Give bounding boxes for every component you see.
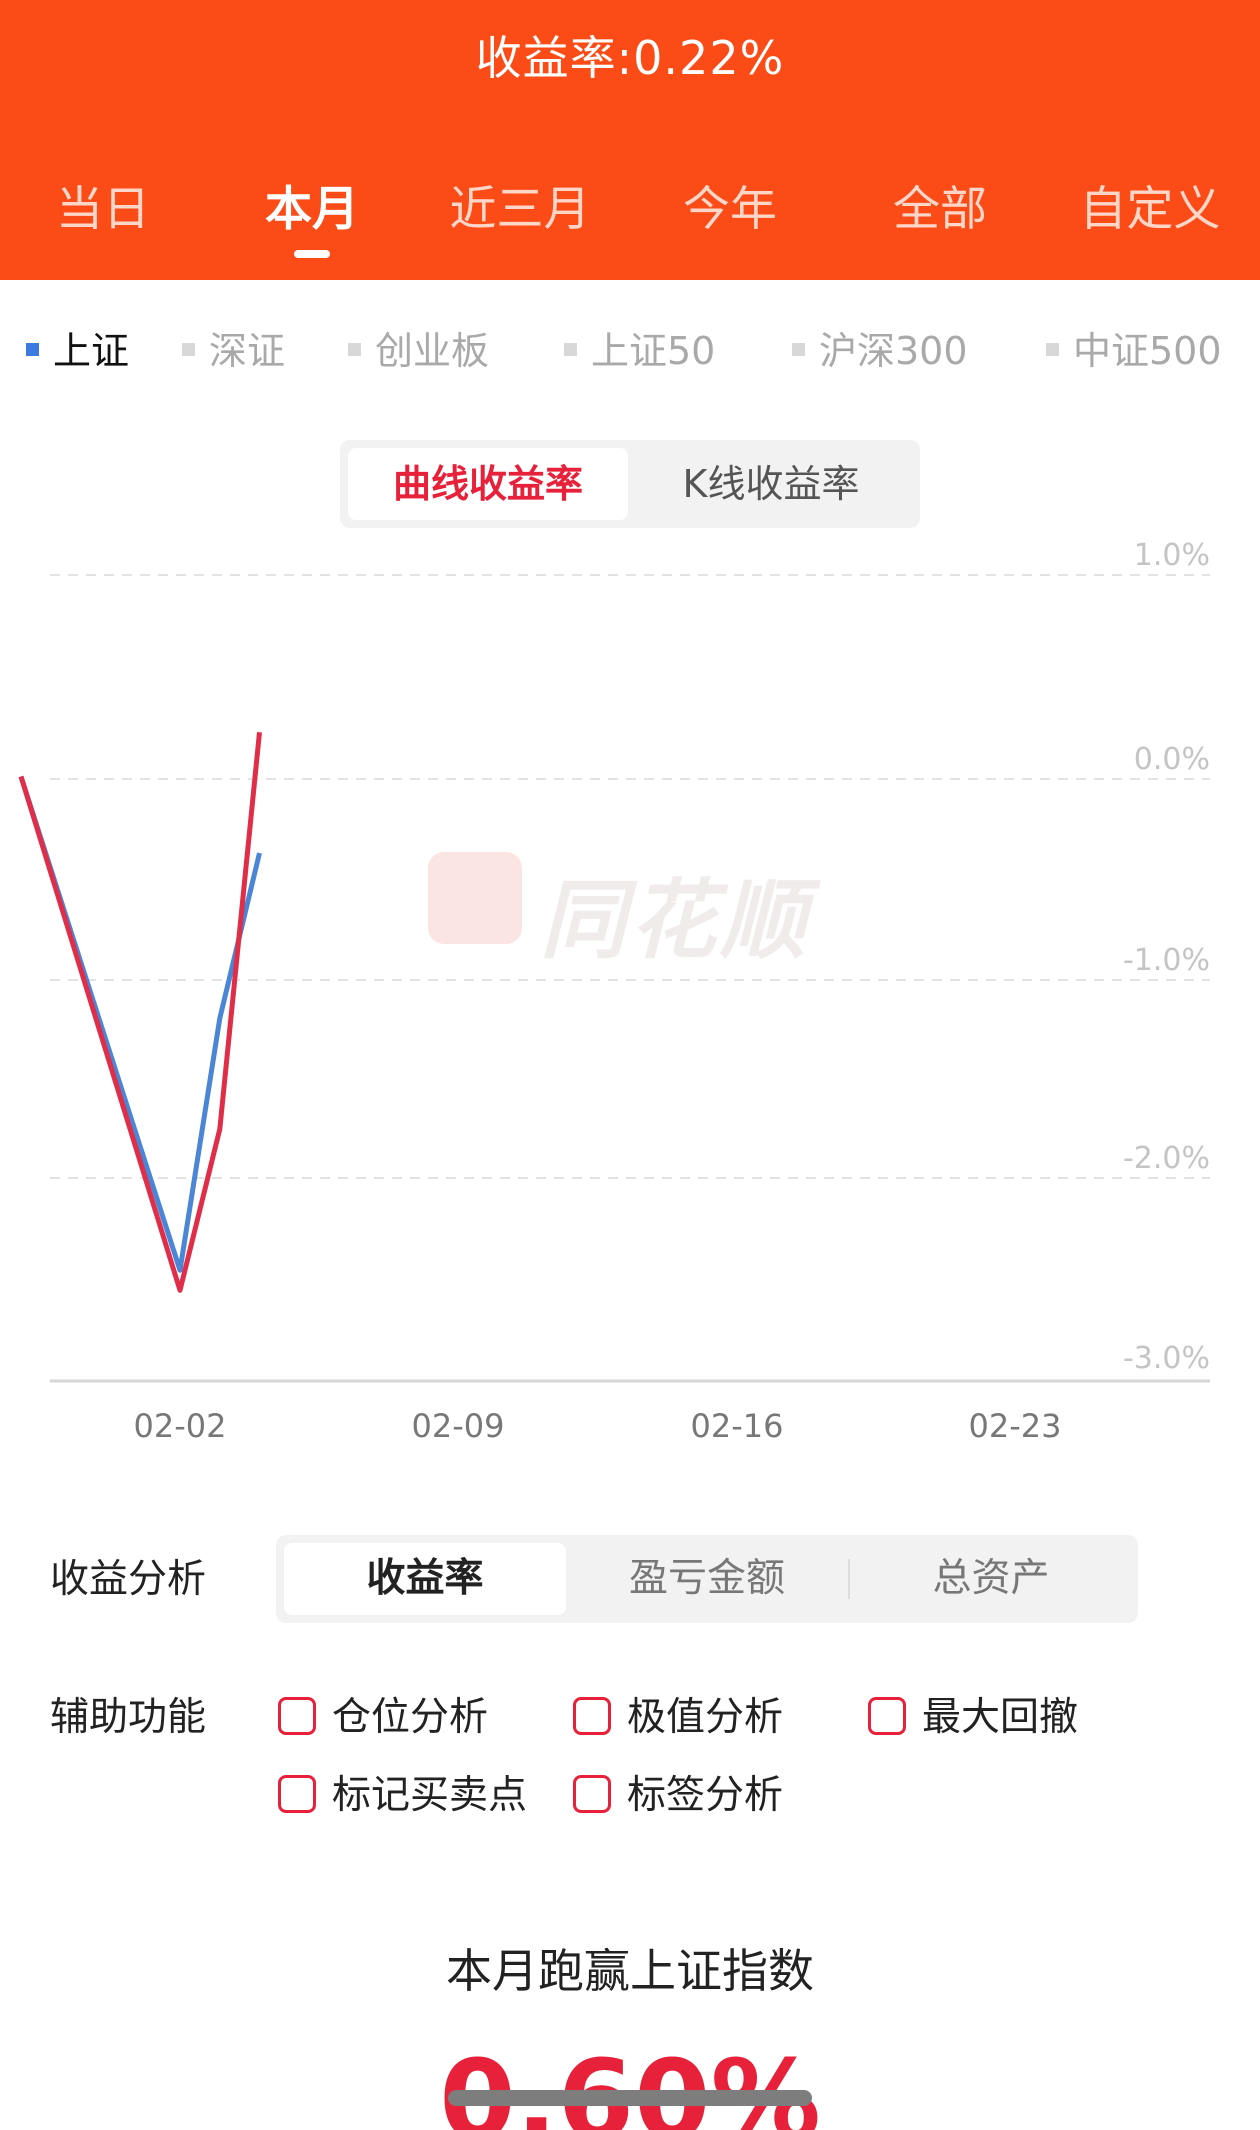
yield-analysis-label: 收益分析 — [50, 1557, 207, 1602]
index-label: 深证 — [209, 329, 286, 373]
index-csi500[interactable]: 中证500 — [1046, 320, 1222, 375]
checkbox-tag-analysis[interactable]: 标签分析 — [573, 1764, 783, 1820]
index-csi300[interactable]: 沪深300 — [792, 320, 968, 375]
index-chinext[interactable]: 创业板 — [348, 320, 489, 375]
option-profit-loss[interactable]: 盈亏金额 — [566, 1543, 848, 1615]
index-sse50[interactable]: 上证50 — [564, 320, 715, 375]
legend-square-icon — [564, 343, 577, 356]
yield-rate-title: 收益率:0.22% — [475, 31, 785, 85]
index-label: 沪深300 — [819, 329, 968, 373]
y-tick-label: -2.0% — [1123, 1141, 1210, 1176]
scroll-indicator[interactable] — [448, 2090, 812, 2106]
legend-square-icon — [792, 343, 805, 356]
index-shenzhen[interactable]: 深证 — [182, 320, 285, 375]
checkbox-icon — [868, 1696, 906, 1735]
y-tick-label: -3.0% — [1123, 1341, 1210, 1376]
index-shanghai[interactable]: 上证 — [26, 320, 129, 375]
index-label: 中证500 — [1073, 329, 1222, 373]
checkbox-icon — [278, 1774, 316, 1813]
checkbox-label: 标记买卖点 — [332, 1773, 528, 1818]
chart-mode-switch: 曲线收益率 K线收益率 — [340, 440, 920, 528]
tab-this-year[interactable]: 今年 — [683, 170, 777, 239]
y-tick-label: 0.0% — [1134, 742, 1210, 777]
aux-functions-label: 辅助功能 — [50, 1695, 207, 1740]
y-tick-label: -1.0% — [1123, 943, 1210, 978]
x-tick-labels: 02-02 02-09 02-16 02-23 — [134, 1407, 1062, 1445]
tab-today[interactable]: 当日 — [56, 170, 150, 239]
x-tick-label: 02-16 — [691, 1407, 784, 1445]
tab-custom[interactable]: 自定义 — [1080, 170, 1221, 239]
checkbox-label: 标签分析 — [627, 1773, 784, 1818]
legend-square-icon — [182, 343, 195, 356]
checkbox-icon — [573, 1696, 611, 1735]
checkbox-label: 最大回撤 — [922, 1695, 1079, 1740]
tab-all[interactable]: 全部 — [893, 170, 987, 239]
checkbox-icon — [278, 1696, 316, 1735]
tab-this-month[interactable]: 本月 — [265, 170, 359, 239]
checkbox-trade-points[interactable]: 标记买卖点 — [278, 1764, 527, 1820]
series-layer — [18, 731, 262, 1293]
y-tick-label: 1.0% — [1134, 538, 1210, 573]
curve-yield-option[interactable]: 曲线收益率 — [348, 448, 628, 520]
legend-square-icon — [1046, 343, 1059, 356]
checkbox-position-analysis[interactable]: 仓位分析 — [278, 1686, 488, 1742]
x-tick-label: 02-09 — [412, 1407, 505, 1445]
checkbox-extreme-analysis[interactable]: 极值分析 — [573, 1686, 783, 1742]
index-selector: 上证 深证 创业板 上证50 沪深300 中证500 — [0, 320, 1260, 380]
index-label: 创业板 — [375, 329, 490, 373]
x-tick-label: 02-23 — [969, 1407, 1062, 1445]
checkbox-max-drawdown[interactable]: 最大回撤 — [868, 1686, 1078, 1742]
option-total-assets[interactable]: 总资产 — [850, 1543, 1132, 1615]
checkbox-icon — [573, 1774, 611, 1813]
checkbox-label: 仓位分析 — [332, 1695, 489, 1740]
y-tick-labels: 1.0% 0.0% -1.0% -2.0% -3.0% — [1123, 538, 1210, 1376]
checkbox-label: 极值分析 — [627, 1695, 784, 1740]
benchmark-series-line — [18, 775, 262, 1273]
header-bar: 收益率:0.22% 当日 本月 近三月 今年 全部 自定义 — [0, 0, 1260, 280]
beat-index-title: 本月跑赢上证指数 — [446, 1944, 814, 1998]
grid-lines — [50, 574, 1210, 1383]
index-label: 上证50 — [591, 329, 716, 373]
x-tick-label: 02-02 — [134, 1407, 227, 1445]
index-label: 上证 — [53, 329, 130, 373]
kline-yield-option[interactable]: K线收益率 — [630, 448, 912, 520]
yield-chart: 1.0% 0.0% -1.0% -2.0% -3.0% 02-02 02-09 … — [18, 538, 1210, 1445]
legend-square-icon — [26, 343, 39, 356]
tab-three-months[interactable]: 近三月 — [450, 170, 591, 239]
beat-index-value: 0.60% — [439, 2040, 821, 2130]
analysis-switch: 收益率 盈亏金额 总资产 — [276, 1535, 1138, 1623]
active-tab-indicator — [294, 250, 330, 258]
period-tabs: 当日 本月 近三月 今年 全部 自定义 — [0, 170, 1260, 258]
option-yield-rate[interactable]: 收益率 — [284, 1543, 566, 1615]
legend-square-icon — [348, 343, 361, 356]
